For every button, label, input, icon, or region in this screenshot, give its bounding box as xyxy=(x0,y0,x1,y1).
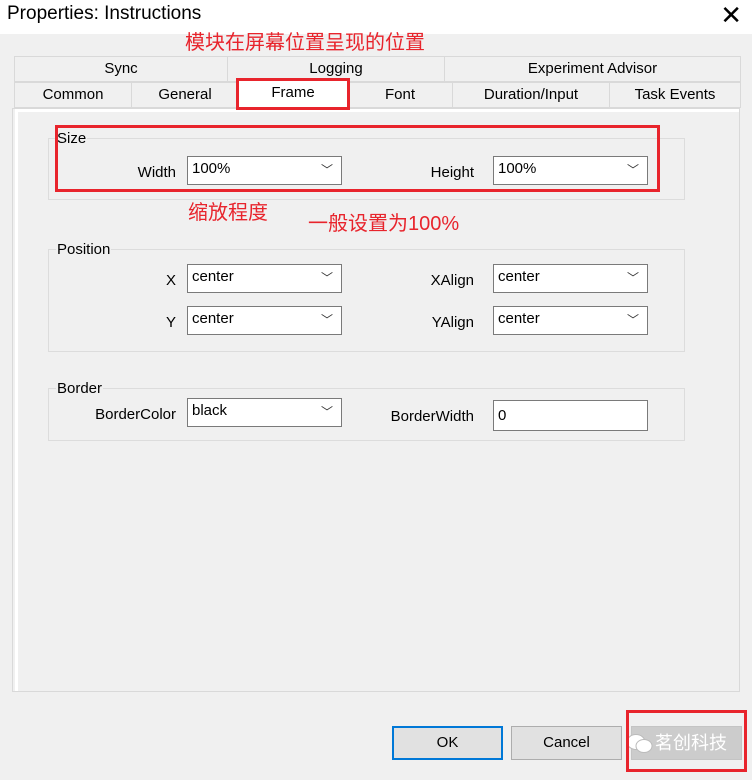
annotation-frame: 模块在屏幕位置呈现的位置 xyxy=(185,32,425,54)
xalign-value: center xyxy=(498,268,540,285)
annotation-default: 一般设置为100% xyxy=(308,213,460,235)
tab-general[interactable]: General xyxy=(131,82,239,108)
y-label: Y xyxy=(165,314,176,331)
y-value: center xyxy=(192,310,234,327)
borderwidth-input[interactable]: 0 xyxy=(493,400,648,431)
x-label: X xyxy=(165,272,176,289)
tab-font[interactable]: Font xyxy=(347,82,453,108)
yalign-value: center xyxy=(498,310,540,327)
bordercolor-label: BorderColor xyxy=(95,406,176,423)
border-group-label: Border xyxy=(56,380,104,397)
tab-common[interactable]: Common xyxy=(14,82,132,108)
tab-duration-input[interactable]: Duration/Input xyxy=(452,82,610,108)
annotation-size: 缩放程度 xyxy=(188,202,268,224)
close-icon[interactable]: ✕ xyxy=(720,0,742,31)
yalign-label: YAlign xyxy=(431,314,474,331)
annotation-box-frame xyxy=(236,78,350,110)
tab-sync[interactable]: Sync xyxy=(14,56,228,82)
tab-experiment-advisor[interactable]: Experiment Advisor xyxy=(444,56,741,82)
bordercolor-value: black xyxy=(192,402,228,419)
tab-task-events[interactable]: Task Events xyxy=(609,82,741,108)
y-combo[interactable]: center ﹀ xyxy=(187,306,342,335)
x-combo[interactable]: center ﹀ xyxy=(187,264,342,293)
annotation-box-watermark xyxy=(626,710,747,772)
chevron-down-icon: ﹀ xyxy=(320,405,333,419)
bordercolor-combo[interactable]: black ﹀ xyxy=(187,398,342,427)
chevron-down-icon: ﹀ xyxy=(320,271,333,285)
cancel-button[interactable]: Cancel xyxy=(511,726,622,760)
xalign-label: XAlign xyxy=(430,272,474,289)
x-value: center xyxy=(192,268,234,285)
window-title: Properties: Instructions xyxy=(7,3,202,24)
position-group-label: Position xyxy=(56,241,112,258)
yalign-combo[interactable]: center ﹀ xyxy=(493,306,648,335)
chevron-down-icon: ﹀ xyxy=(626,313,639,327)
xalign-combo[interactable]: center ﹀ xyxy=(493,264,648,293)
borderwidth-label: BorderWidth xyxy=(390,408,474,425)
chevron-down-icon: ﹀ xyxy=(320,313,333,327)
chevron-down-icon: ﹀ xyxy=(626,271,639,285)
annotation-box-size xyxy=(55,125,660,192)
ok-button[interactable]: OK xyxy=(392,726,503,760)
